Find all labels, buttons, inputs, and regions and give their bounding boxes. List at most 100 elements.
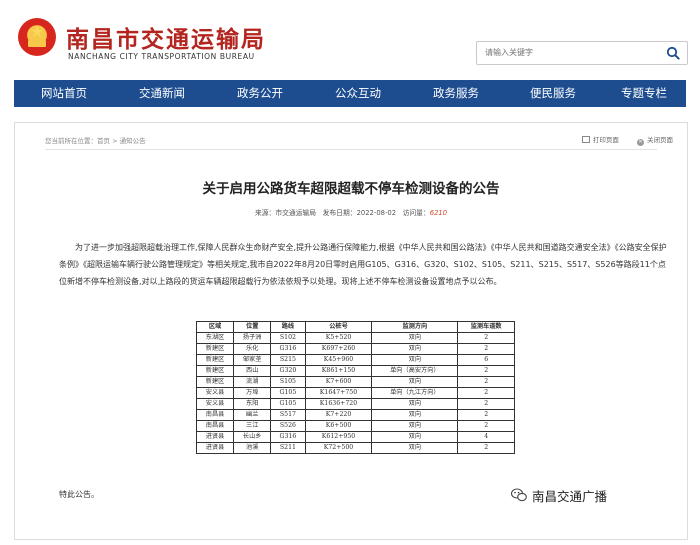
breadcrumb[interactable]: 您当前所在位置：首页 > 通知公告: [45, 135, 146, 145]
table-cell: 2: [457, 409, 515, 421]
close-button[interactable]: ✕ 关闭页面: [637, 134, 673, 146]
table-cell: S211: [270, 442, 306, 454]
table-row: 新建区 西山 G320 K861+150 单向（高安方向） 2: [195, 365, 515, 377]
article-body: 为了进一步加强超限超载治理工作,保障人民群众生命财产安全,提升公路通行保障能力,…: [59, 239, 673, 290]
nav-item-home[interactable]: 网站首页: [22, 80, 106, 107]
table-cell: 进贤县: [195, 431, 235, 443]
col-direction: 监测方向: [371, 321, 459, 333]
col-region: 区域: [195, 321, 235, 333]
table-cell: 安义县: [195, 387, 235, 399]
article-views: 6210: [429, 209, 448, 217]
table-row: 进贤县 长山乡 G316 K612+950 双向 4: [195, 431, 515, 443]
search-box: [476, 41, 688, 65]
table-cell: K612+950: [304, 431, 373, 443]
col-route: 路线: [270, 321, 306, 333]
table-cell: 长山乡: [233, 431, 272, 443]
article-panel: 您当前所在位置：首页 > 通知公告 打印页面 ✕ 关闭页面 关于启用公路货车超限超…: [14, 122, 688, 540]
table-cell: 双向: [371, 431, 459, 443]
table-cell: K1647+750: [304, 387, 373, 399]
table-cell: K697+260: [304, 343, 373, 355]
article-closing: 特此公告。: [59, 490, 99, 499]
table-cell: 西山: [233, 365, 272, 377]
table-cell: 双向: [371, 442, 459, 454]
table-cell: 2: [457, 376, 515, 388]
table-row: 南昌县 三江 S526 K6+500 双向 2: [195, 420, 515, 432]
table-cell: 乐化: [233, 343, 272, 355]
nav-item-services[interactable]: 政务服务: [414, 80, 498, 107]
table-cell: K7+600: [304, 376, 373, 388]
table-cell: S215: [270, 354, 306, 366]
site-header: ★ 南昌市交通运输局 NANCHANG CITY TRANSPORTATION …: [0, 0, 700, 76]
table-cell: K6+500: [304, 420, 373, 432]
table-cell: S102: [270, 332, 306, 344]
table-row: 南昌县 幽兰 S517 K7+220 双向 2: [195, 409, 515, 421]
table-row: 安义县 东阳 G105 K1636+720 双向 2: [195, 398, 515, 410]
wechat-icon: [511, 488, 527, 502]
col-location: 位置: [233, 321, 272, 333]
table-row: 新建区 流湖 S105 K7+600 双向 2: [195, 376, 515, 388]
article-meta: 来源：市交通运输局 发布日期：2022-08-02 访问量：6210: [254, 209, 448, 217]
table-cell: 进贤县: [195, 442, 235, 454]
table-row: 东湖区 扬子洲 S102 K5+520 双向 2: [195, 332, 515, 344]
nav-item-convenience[interactable]: 便民服务: [511, 80, 595, 107]
nav-item-topics[interactable]: 专题专栏: [602, 80, 686, 107]
table-row: 新建区 乐化 G316 K697+260 双向 2: [195, 343, 515, 355]
table-cell: 单向（高安方向）: [371, 365, 459, 377]
table-cell: S517: [270, 409, 306, 421]
table-cell: K7+220: [304, 409, 373, 421]
nav-item-interact[interactable]: 公众互动: [316, 80, 400, 107]
table-cell: 三江: [233, 420, 272, 432]
table-cell: S105: [270, 376, 306, 388]
table-cell: 2: [457, 442, 515, 454]
table-cell: 双向: [371, 332, 459, 344]
table-cell: 安义县: [195, 398, 235, 410]
table-row: 进贤县 池溪 S211 K72+500 双向 2: [195, 442, 515, 454]
table-cell: K861+150: [304, 365, 373, 377]
watermark-text: 南昌交通广播: [532, 489, 608, 504]
table-cell: 2: [457, 365, 515, 377]
table-cell: S526: [270, 420, 306, 432]
site-name[interactable]: 南昌市交通运输局: [66, 20, 266, 54]
table-cell: K1636+720: [304, 398, 373, 410]
col-stake: 公桩号: [304, 321, 373, 333]
table-cell: 南昌县: [195, 409, 235, 421]
nav-item-news[interactable]: 交通新闻: [120, 80, 204, 107]
table-cell: 双向: [371, 409, 459, 421]
table-cell: 池溪: [233, 442, 272, 454]
table-cell: 双向: [371, 398, 459, 410]
table-cell: G105: [270, 398, 306, 410]
print-button[interactable]: 打印页面: [581, 134, 619, 144]
table-cell: G105: [270, 387, 306, 399]
table-cell: 东阳: [233, 398, 272, 410]
table-cell: K72+500: [304, 442, 373, 454]
table-cell: 流湖: [233, 376, 272, 388]
printer-icon: [581, 136, 590, 143]
device-location-table: 区域 位置 路线 公桩号 监测方向 监测车道数 东湖区 扬子洲 S102 K5+520…: [195, 321, 515, 454]
nav-item-gov-open[interactable]: 政务公开: [218, 80, 302, 107]
table-cell: 2: [457, 343, 515, 355]
search-icon[interactable]: [666, 46, 680, 60]
table-cell: 6: [457, 354, 515, 366]
table-cell: 2: [457, 387, 515, 399]
page-tools: 打印页面 ✕ 关闭页面: [566, 134, 673, 146]
table-cell: G316: [270, 431, 306, 443]
table-cell: 东湖区: [195, 332, 235, 344]
table-cell: 扬子洲: [233, 332, 272, 344]
table-cell: G316: [270, 343, 306, 355]
site-name-en: NANCHANG CITY TRANSPORTATION BUREAU: [68, 52, 255, 61]
col-lanes: 监测车道数: [457, 321, 515, 333]
table-cell: 2: [457, 398, 515, 410]
table-cell: K45+960: [304, 354, 373, 366]
table-cell: 新建区: [195, 354, 235, 366]
table-cell: 万埠: [233, 387, 272, 399]
table-cell: 南昌县: [195, 420, 235, 432]
table-cell: K5+520: [304, 332, 373, 344]
article-paragraph: 为了进一步加强超限超载治理工作,保障人民群众生命财产安全,提升公路通行保障能力,…: [59, 243, 667, 286]
table-cell: G320: [270, 365, 306, 377]
search-input[interactable]: [485, 45, 655, 59]
table-cell: 双向: [371, 376, 459, 388]
article-source: 市交通运输局: [275, 209, 317, 217]
table-row: 安义县 万埠 G105 K1647+750 单向（九江方向） 2: [195, 387, 515, 399]
main-nav: 网站首页 交通新闻 政务公开 公众互动 政务服务 便民服务 专题专栏: [14, 80, 686, 107]
table-cell: 单向（九江方向）: [371, 387, 459, 399]
